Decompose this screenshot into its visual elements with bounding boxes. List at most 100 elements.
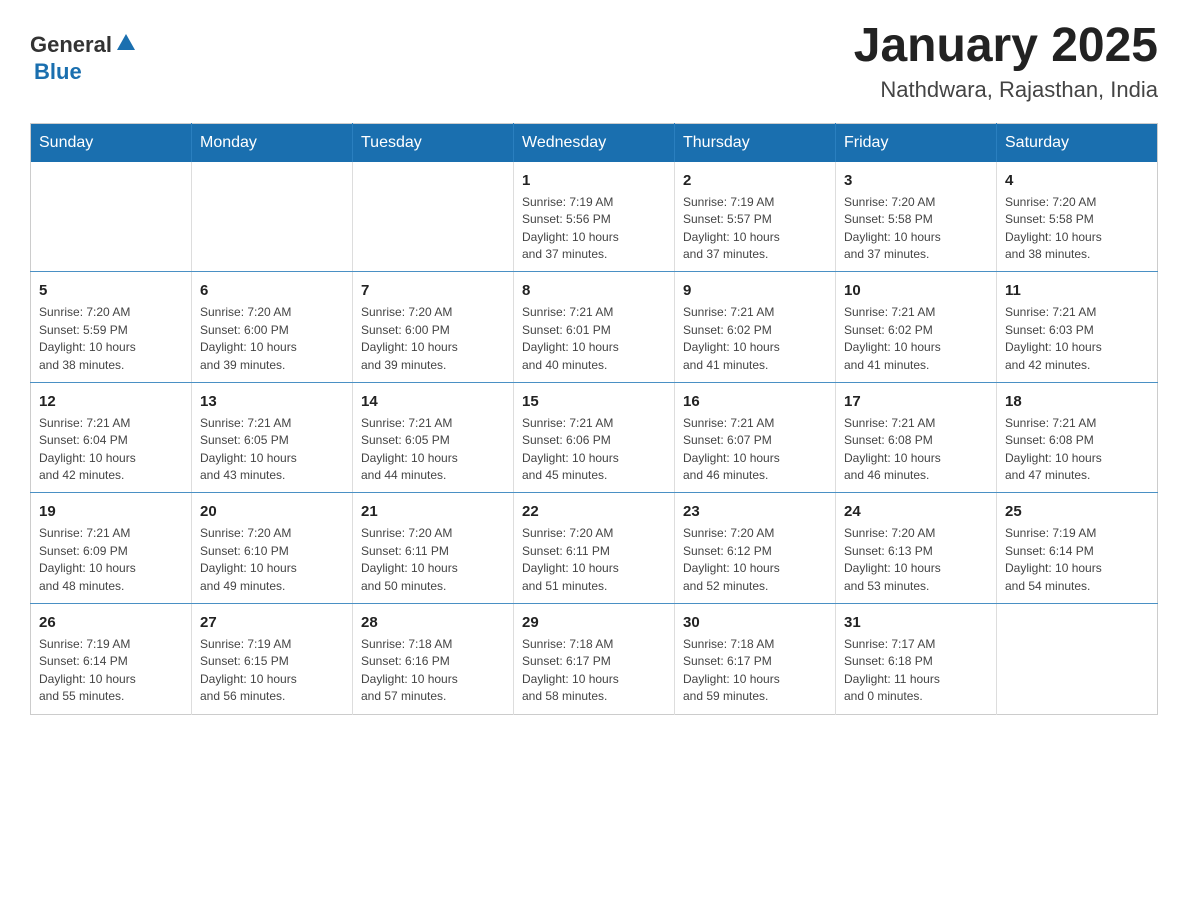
day-info: Sunrise: 7:21 AMSunset: 6:09 PMDaylight:… xyxy=(39,525,183,595)
calendar-cell: 24Sunrise: 7:20 AMSunset: 6:13 PMDayligh… xyxy=(836,493,997,604)
day-info: Sunrise: 7:21 AMSunset: 6:03 PMDaylight:… xyxy=(1005,304,1149,374)
day-number: 30 xyxy=(683,612,827,633)
day-number: 4 xyxy=(1005,170,1149,191)
day-number: 25 xyxy=(1005,501,1149,522)
calendar-cell xyxy=(353,162,514,272)
day-info: Sunrise: 7:21 AMSunset: 6:02 PMDaylight:… xyxy=(683,304,827,374)
calendar-cell: 10Sunrise: 7:21 AMSunset: 6:02 PMDayligh… xyxy=(836,272,997,383)
calendar-cell: 7 Sunrise: 7:20 AMSunset: 6:00 PMDaylight… xyxy=(353,272,514,383)
calendar-cell: 19 Sunrise: 7:21 AMSunset: 6:09 PMDayligh… xyxy=(31,493,192,604)
col-friday: Friday xyxy=(836,123,997,162)
day-info: Sunrise: 7:21 AMSunset: 6:04 PMDaylight:… xyxy=(39,415,183,485)
calendar-cell: 2 Sunrise: 7:19 AMSunset: 5:57 PMDaylight… xyxy=(675,162,836,272)
day-info: Sunrise: 7:21 AMSunset: 6:05 PMDaylight:… xyxy=(200,415,344,485)
day-info: Sunrise: 7:21 AMSunset: 6:07 PMDaylight:… xyxy=(683,415,827,485)
calendar-cell: 12 Sunrise: 7:21 AMSunset: 6:04 PMDayligh… xyxy=(31,382,192,493)
calendar-cell: 28 Sunrise: 7:18 AMSunset: 6:16 PMDayligh… xyxy=(353,604,514,715)
col-thursday: Thursday xyxy=(675,123,836,162)
day-number: 11 xyxy=(1005,280,1149,301)
col-sunday: Sunday xyxy=(31,123,192,162)
day-info: Sunrise: 7:21 AMSunset: 6:08 PMDaylight:… xyxy=(1005,415,1149,485)
calendar-cell xyxy=(997,604,1158,715)
calendar-cell: 30 Sunrise: 7:18 AMSunset: 6:17 PMDayligh… xyxy=(675,604,836,715)
day-number: 3 xyxy=(844,170,988,191)
calendar-cell: 16 Sunrise: 7:21 AMSunset: 6:07 PMDayligh… xyxy=(675,382,836,493)
day-number: 13 xyxy=(200,391,344,412)
day-number: 10 xyxy=(844,280,988,301)
calendar-cell: 21 Sunrise: 7:20 AMSunset: 6:11 PMDayligh… xyxy=(353,493,514,604)
day-info: Sunrise: 7:19 AMSunset: 6:14 PMDaylight:… xyxy=(39,636,183,706)
logo-blue-text: Blue xyxy=(34,59,82,85)
calendar-header-row: Sunday Monday Tuesday Wednesday Thursday… xyxy=(31,123,1158,162)
day-info: Sunrise: 7:20 AMSunset: 5:58 PMDaylight:… xyxy=(844,194,988,264)
day-number: 31 xyxy=(844,612,988,633)
logo-general-text: General xyxy=(30,32,112,58)
calendar-cell: 20Sunrise: 7:20 AMSunset: 6:10 PMDayligh… xyxy=(192,493,353,604)
month-year-title: January 2025 xyxy=(854,20,1158,73)
calendar-cell: 5Sunrise: 7:20 AMSunset: 5:59 PMDaylight… xyxy=(31,272,192,383)
calendar-cell: 17 Sunrise: 7:21 AMSunset: 6:08 PMDayligh… xyxy=(836,382,997,493)
day-number: 19 xyxy=(39,501,183,522)
calendar-week-row: 19 Sunrise: 7:21 AMSunset: 6:09 PMDayligh… xyxy=(31,493,1158,604)
day-number: 1 xyxy=(522,170,666,191)
day-number: 22 xyxy=(522,501,666,522)
day-number: 2 xyxy=(683,170,827,191)
col-saturday: Saturday xyxy=(997,123,1158,162)
day-info: Sunrise: 7:17 AMSunset: 6:18 PMDaylight:… xyxy=(844,636,988,706)
day-number: 21 xyxy=(361,501,505,522)
day-info: Sunrise: 7:20 AMSunset: 6:00 PMDaylight:… xyxy=(361,304,505,374)
day-info: Sunrise: 7:20 AMSunset: 6:11 PMDaylight:… xyxy=(522,525,666,595)
day-number: 17 xyxy=(844,391,988,412)
page-header: General Blue January 2025 Nathdwara, Raj… xyxy=(30,20,1158,103)
day-number: 12 xyxy=(39,391,183,412)
day-number: 7 xyxy=(361,280,505,301)
day-info: Sunrise: 7:19 AMSunset: 5:56 PMDaylight:… xyxy=(522,194,666,264)
logo: General Blue xyxy=(30,30,137,85)
calendar-cell: 29 Sunrise: 7:18 AMSunset: 6:17 PMDayligh… xyxy=(514,604,675,715)
day-number: 29 xyxy=(522,612,666,633)
calendar-cell: 4Sunrise: 7:20 AMSunset: 5:58 PMDaylight… xyxy=(997,162,1158,272)
logo-triangle-icon xyxy=(115,32,137,54)
day-info: Sunrise: 7:20 AMSunset: 6:00 PMDaylight:… xyxy=(200,304,344,374)
day-info: Sunrise: 7:18 AMSunset: 6:17 PMDaylight:… xyxy=(683,636,827,706)
day-info: Sunrise: 7:21 AMSunset: 6:06 PMDaylight:… xyxy=(522,415,666,485)
calendar-cell: 3 Sunrise: 7:20 AMSunset: 5:58 PMDaylight… xyxy=(836,162,997,272)
day-number: 15 xyxy=(522,391,666,412)
calendar-cell: 6Sunrise: 7:20 AMSunset: 6:00 PMDaylight… xyxy=(192,272,353,383)
calendar-cell: 26 Sunrise: 7:19 AMSunset: 6:14 PMDayligh… xyxy=(31,604,192,715)
day-number: 9 xyxy=(683,280,827,301)
title-area: January 2025 Nathdwara, Rajasthan, India xyxy=(854,20,1158,103)
calendar-cell: 27Sunrise: 7:19 AMSunset: 6:15 PMDayligh… xyxy=(192,604,353,715)
day-info: Sunrise: 7:19 AMSunset: 5:57 PMDaylight:… xyxy=(683,194,827,264)
calendar-cell: 18Sunrise: 7:21 AMSunset: 6:08 PMDayligh… xyxy=(997,382,1158,493)
calendar-cell: 11 Sunrise: 7:21 AMSunset: 6:03 PMDayligh… xyxy=(997,272,1158,383)
day-number: 14 xyxy=(361,391,505,412)
col-wednesday: Wednesday xyxy=(514,123,675,162)
calendar-cell xyxy=(192,162,353,272)
calendar-cell: 14Sunrise: 7:21 AMSunset: 6:05 PMDayligh… xyxy=(353,382,514,493)
day-number: 26 xyxy=(39,612,183,633)
calendar-cell: 31 Sunrise: 7:17 AMSunset: 6:18 PMDayligh… xyxy=(836,604,997,715)
day-info: Sunrise: 7:20 AMSunset: 5:59 PMDaylight:… xyxy=(39,304,183,374)
day-info: Sunrise: 7:21 AMSunset: 6:08 PMDaylight:… xyxy=(844,415,988,485)
calendar-cell: 13 Sunrise: 7:21 AMSunset: 6:05 PMDayligh… xyxy=(192,382,353,493)
calendar-cell: 8 Sunrise: 7:21 AMSunset: 6:01 PMDaylight… xyxy=(514,272,675,383)
day-number: 24 xyxy=(844,501,988,522)
calendar-cell: 15 Sunrise: 7:21 AMSunset: 6:06 PMDayligh… xyxy=(514,382,675,493)
day-number: 20 xyxy=(200,501,344,522)
calendar-cell xyxy=(31,162,192,272)
location-subtitle: Nathdwara, Rajasthan, India xyxy=(854,77,1158,103)
day-number: 23 xyxy=(683,501,827,522)
calendar-week-row: 1 Sunrise: 7:19 AMSunset: 5:56 PMDaylight… xyxy=(31,162,1158,272)
day-info: Sunrise: 7:21 AMSunset: 6:01 PMDaylight:… xyxy=(522,304,666,374)
day-info: Sunrise: 7:18 AMSunset: 6:17 PMDaylight:… xyxy=(522,636,666,706)
day-number: 28 xyxy=(361,612,505,633)
day-info: Sunrise: 7:18 AMSunset: 6:16 PMDaylight:… xyxy=(361,636,505,706)
day-info: Sunrise: 7:20 AMSunset: 6:12 PMDaylight:… xyxy=(683,525,827,595)
day-number: 16 xyxy=(683,391,827,412)
col-tuesday: Tuesday xyxy=(353,123,514,162)
day-number: 8 xyxy=(522,280,666,301)
calendar-week-row: 5Sunrise: 7:20 AMSunset: 5:59 PMDaylight… xyxy=(31,272,1158,383)
col-monday: Monday xyxy=(192,123,353,162)
day-info: Sunrise: 7:20 AMSunset: 6:11 PMDaylight:… xyxy=(361,525,505,595)
